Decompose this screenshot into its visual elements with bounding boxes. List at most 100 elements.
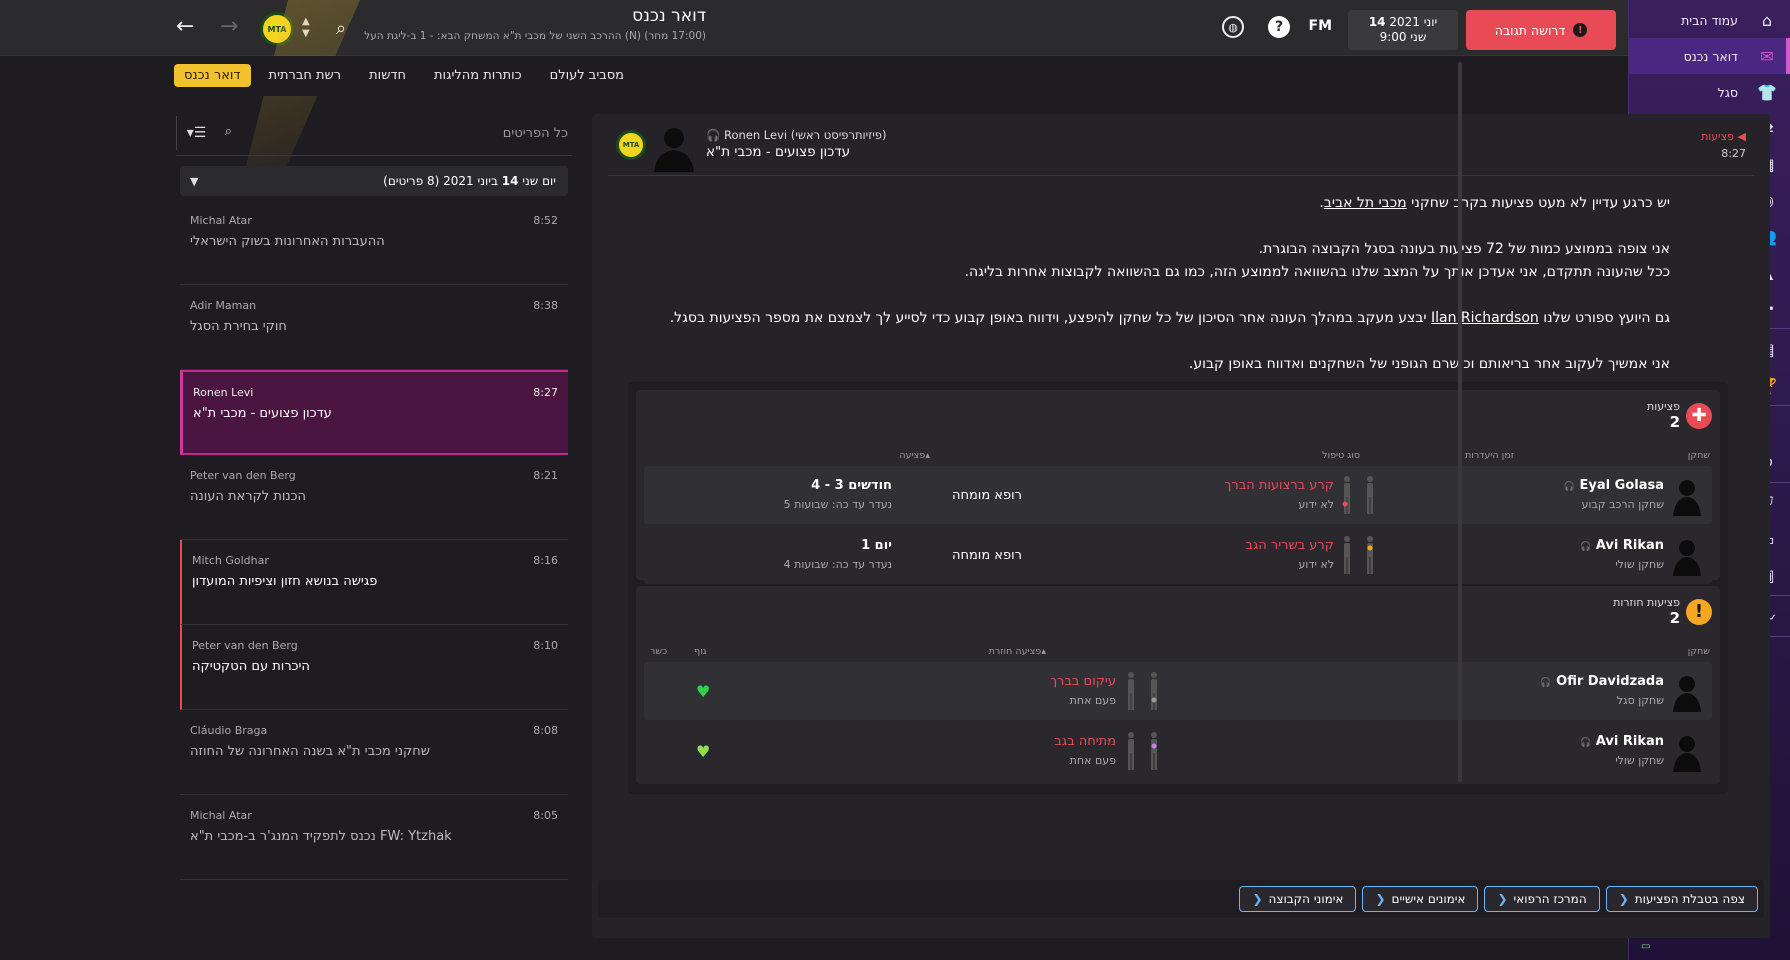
back-arrow-icon[interactable]: ← <box>176 14 194 39</box>
staff-avatar[interactable] <box>652 122 696 172</box>
connection-status-icon: ▭ <box>1641 941 1651 952</box>
inbox-search-input[interactable] <box>238 118 572 148</box>
home-icon: ⌂ <box>1761 10 1773 30</box>
player-name[interactable]: 🎧 Ofir Davidzada <box>1540 674 1664 689</box>
inbox-message[interactable]: Mitch Goldhar 8:16 פגישה בנושא חזון וציפיו… <box>180 540 568 625</box>
absence-duration: יום 1 <box>861 538 892 553</box>
date-box[interactable]: 14 יוני 2021 9:00 שני <box>1348 10 1458 50</box>
message-header: MTA 🎧 Ronen Levi (פיזיותרפיסט ראשי) עדכו… <box>608 114 1754 176</box>
medical-cross-icon: ✚ <box>1686 402 1712 429</box>
absence-so-far: נעדר עד כה: שבועות 5 <box>783 498 892 511</box>
response-required-button[interactable]: ! דרושה תגובה <box>1466 10 1616 50</box>
message-time: 8:27 <box>1721 147 1746 160</box>
club-badge-icon: MTA <box>616 130 646 160</box>
help-icon[interactable]: ? <box>1268 16 1290 38</box>
message-sender[interactable]: 🎧 Ronen Levi (פיזיותרפיסט ראשי) <box>706 128 886 142</box>
inbox-message[interactable]: Cláudio Braga 8:08 שחקני מכבי ת"א בשנה האח… <box>180 710 568 795</box>
individual-training-button[interactable]: אימונים אישיים ❮ <box>1362 886 1479 912</box>
group-day: 14 <box>501 174 519 188</box>
absence-so-far: נעדר עד כה: שבועות 4 <box>783 558 892 571</box>
recurring-injury-name[interactable]: עיקום בברך <box>1050 674 1116 689</box>
col-header-recurring-injury[interactable]: ▴פציעה חוזרת <box>989 646 1046 657</box>
col-header-fitness[interactable]: כשר <box>650 646 667 657</box>
message-sender: Michal Atar <box>190 809 252 822</box>
player-name[interactable]: 🎧 Avi Rikan <box>1580 734 1664 749</box>
inbox-message[interactable]: Michal Atar 8:05 FW: Ytzhak נכנס לתפקיד המ… <box>180 795 568 880</box>
col-header-injury[interactable]: ▴פציעה <box>899 450 930 461</box>
col-header-player[interactable]: שחקן <box>1688 450 1710 461</box>
sidebar-item-squad[interactable]: 👕 סגל <box>1629 74 1790 110</box>
body-paragraph-4: אני אמשיך לעקוב אחר בריאותם וכושרם הגופנ… <box>1188 356 1670 372</box>
injuries-title: פציעות <box>1647 400 1680 413</box>
view-injury-table-button[interactable]: צפה בטבלת הפציעות ❮ <box>1605 886 1758 912</box>
message-body: יש כרגע עדיין לא מעט פציעות בקרב שחקני מ… <box>630 192 1670 399</box>
injury-row[interactable]: 🎧 Eyal Golasa שחקן הרכב קבוע קרע ברצועות ה… <box>644 466 1712 524</box>
heart-fitness-icon: ♥ <box>696 742 711 761</box>
player-name-text: Avi Rikan <box>1595 734 1664 749</box>
forward-arrow-icon[interactable]: → <box>220 14 238 39</box>
medical-center-button[interactable]: המרכז הרפואי ❮ <box>1484 886 1600 912</box>
fm-logo[interactable]: FM <box>1309 18 1333 34</box>
chevron-left-icon: ❮ <box>1497 892 1508 906</box>
recurring-injury-row[interactable]: 🎧 Avi Rikan שחקן שולי מתיחה בגב פעם אחת ♥ <box>644 722 1712 780</box>
col-header-treatment[interactable]: סוג טיפול <box>1322 450 1360 461</box>
injuries-card: ✚ פציעות 2 שחקן ▴פציעה סוג טיפול זמן היע… <box>636 390 1720 584</box>
body-text: גם היועץ ספורט שלנו <box>1538 310 1670 326</box>
inbox-message[interactable]: Adir Maman 8:38 חוקי בחירת הסגל <box>180 285 568 370</box>
recurring-count: 2 <box>1669 609 1680 627</box>
staff-link[interactable]: Ilan Richardson <box>1431 310 1539 326</box>
globe-icon[interactable]: ◍ <box>1222 16 1244 38</box>
body-text: ככל שהעונה תתקדם, אני אעדכן אותך על המצב… <box>964 264 1670 280</box>
recurring-card-header: ! פציעות חוזרות 2 <box>1613 596 1712 627</box>
col-header-absence[interactable]: זמן היעדרות <box>1465 450 1514 461</box>
injury-prognosis: לא ידוע <box>1298 498 1334 511</box>
sidebar-item-home[interactable]: ⌂ עמוד הבית <box>1629 2 1790 38</box>
button-label: צפה בטבלת הפציעות <box>1634 892 1745 906</box>
recurring-injury-name[interactable]: מתיחה בגב <box>1054 734 1116 749</box>
inbox-message[interactable]: Peter van den Berg 8:21 הכנות לקראת העונה <box>180 455 568 540</box>
player-avatar[interactable] <box>1672 536 1702 576</box>
player-avatar[interactable] <box>1672 732 1702 772</box>
inbox-message[interactable]: Michal Atar 8:52 ההעברות האחרונות בשוק היש… <box>180 200 568 285</box>
player-avatar[interactable] <box>1672 476 1702 516</box>
page-title-block: דואר נכנס (17:00 מחר) (N) ההרכב השני של … <box>364 6 706 42</box>
message-time: 8:08 <box>533 724 558 737</box>
message-time: 8:10 <box>533 639 558 652</box>
body-diagram-icon <box>1336 534 1382 576</box>
date-group-header[interactable]: יום שני 14 ביוני 2021 (8 פריטים) ▼ <box>180 166 568 196</box>
headset-icon: 🎧 <box>1563 482 1576 492</box>
inbox-message[interactable]: Peter van den Berg 8:10 היכרות עם הטקטיקה <box>180 625 568 710</box>
team-training-button[interactable]: אימוני הקבוצה ❮ <box>1239 886 1357 912</box>
col-header-body[interactable]: גוף <box>694 646 707 657</box>
injury-name[interactable]: קרע בשריר הגב <box>1245 538 1334 553</box>
player-avatar[interactable] <box>1672 672 1702 712</box>
inbox-message[interactable]: Ronen Levi 8:27 עדכון פצועים - מכבי ת"א <box>180 370 568 455</box>
message-subject: הכנות לקראת העונה <box>190 489 306 504</box>
injury-name[interactable]: קרע ברצועות הברך <box>1224 478 1334 493</box>
chevron-down-icon[interactable]: ▼ <box>190 175 198 188</box>
player-name[interactable]: 🎧 Eyal Golasa <box>1564 478 1664 493</box>
message-sender: Cláudio Braga <box>190 724 268 737</box>
club-link[interactable]: מכבי תל אביב <box>1324 195 1407 211</box>
page-scrollbar[interactable] <box>1458 62 1462 782</box>
tab-0[interactable]: דואר נכנס <box>174 64 251 87</box>
tab-4[interactable]: מסביב לעולם <box>540 64 634 87</box>
tab-2[interactable]: חדשות <box>359 64 416 87</box>
tab-1[interactable]: רשת חברתית <box>259 64 352 87</box>
player-name[interactable]: 🎧 Avi Rikan <box>1580 538 1664 553</box>
recurring-injuries-card: ! פציעות חוזרות 2 שחקן ▴פציעה חוזרת גוף … <box>636 586 1720 784</box>
headset-icon: 🎧 <box>706 128 721 142</box>
message-sender: Ronen Levi <box>193 386 254 399</box>
tab-3[interactable]: כותרות מהליגות <box>424 64 532 87</box>
chevron-left-icon: ❮ <box>1252 892 1263 906</box>
recurring-injury-row[interactable]: 🎧 Ofir Davidzada שחקן סגל עיקום בברך פעם אח… <box>644 662 1712 720</box>
inbox-search-row: ⌕ ☰▾ <box>176 110 572 156</box>
recurring-title-block: פציעות חוזרות 2 <box>1613 596 1680 627</box>
squad-icon: 👕 <box>1757 82 1777 102</box>
sidebar-item-inbox[interactable]: ✉ דואר נכנס <box>1629 38 1790 74</box>
message-subject: פגישה בנושא חזון וציפיות המועדון <box>192 574 378 589</box>
col-header-player[interactable]: שחקן <box>1688 646 1710 657</box>
injury-row[interactable]: 🎧 Avi Rikan שחקן שולי קרע בשריר הגב לא ידוע… <box>644 526 1712 584</box>
list-options-menu-icon[interactable]: ☰▾ <box>176 116 216 150</box>
injury-tag-icon: ◀ <box>1737 130 1746 143</box>
